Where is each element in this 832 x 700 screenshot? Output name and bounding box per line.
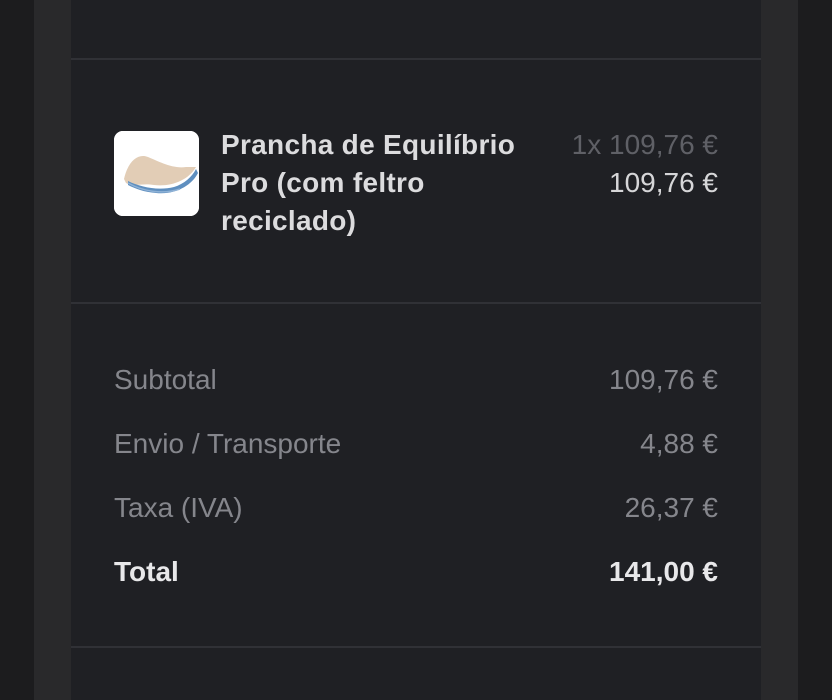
left-edge-stripe — [34, 0, 71, 700]
product-title: Prancha de Equilíbrio Pro (com feltro re… — [221, 129, 516, 236]
divider-top — [71, 58, 761, 60]
shipping-value: 4,88 € — [640, 428, 718, 459]
product-thumbnail — [114, 131, 199, 216]
shipping-row: Envio / Transporte 4,88 € — [114, 425, 718, 463]
subtotal-label: Subtotal — [114, 364, 217, 395]
tax-row: Taxa (IVA) 26,37 € — [114, 489, 718, 527]
product-line-total: 109,76 € — [609, 167, 718, 198]
product-quantity-price: 1x 109,76 € — [571, 129, 718, 160]
shipping-label: Envio / Transporte — [114, 428, 342, 459]
balance-board-image — [114, 131, 199, 216]
subtotal-row: Subtotal 109,76 € — [114, 361, 718, 399]
total-label: Total — [114, 556, 179, 587]
tax-label: Taxa (IVA) — [114, 492, 243, 523]
total-value: 141,00 € — [609, 556, 718, 587]
subtotal-value: 109,76 € — [609, 364, 718, 395]
tax-value: 26,37 € — [624, 492, 718, 523]
right-edge-stripe — [761, 0, 798, 700]
total-row: Total 141,00 € — [114, 553, 718, 591]
divider-bottom — [71, 646, 761, 648]
divider-middle — [71, 302, 761, 304]
order-summary-panel — [71, 0, 761, 700]
